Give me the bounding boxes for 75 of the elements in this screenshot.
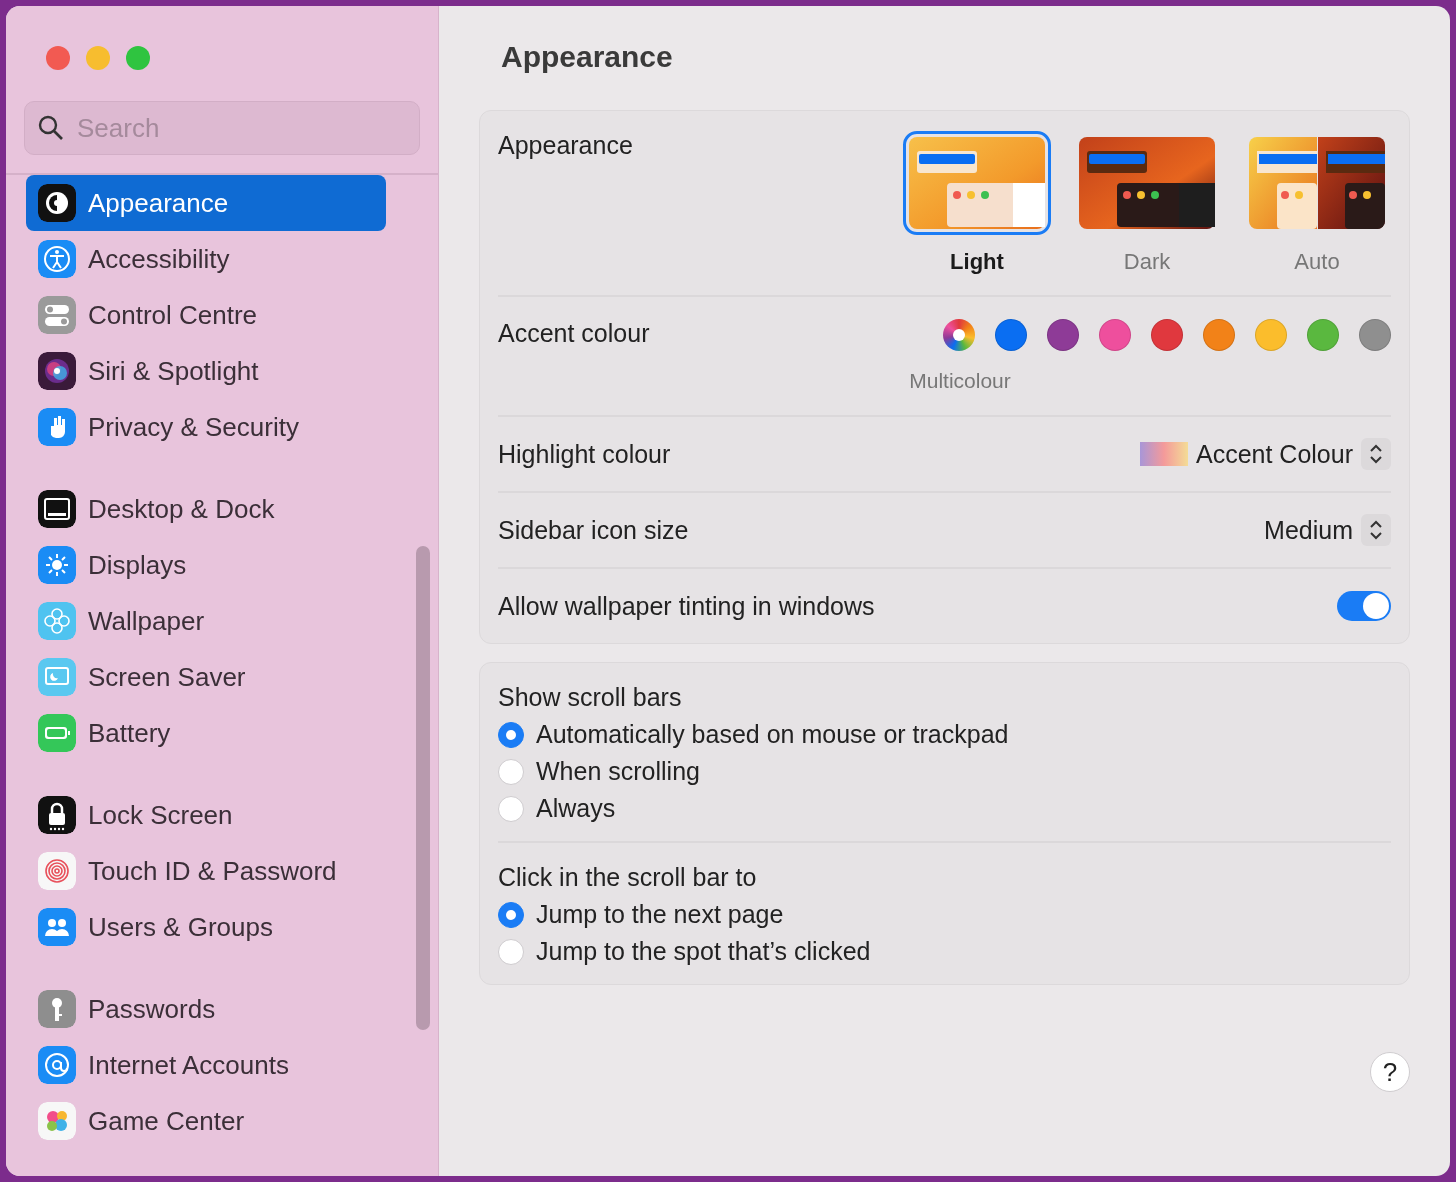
theme-label: Dark [1123,249,1171,275]
theme-label: Auto [1294,249,1340,275]
sun-icon [38,546,76,584]
toggle-switch[interactable] [1337,591,1391,621]
section-label: Click in the scroll bar to [498,863,758,892]
hand-icon [38,408,76,446]
setting-label: Allow wallpaper tinting in windows [498,591,875,621]
colour-swatch[interactable] [1203,319,1235,351]
page-title: Appearance [501,39,674,75]
close-button[interactable] [46,46,70,70]
lock-icon [38,796,76,834]
search-icon [38,115,64,141]
at-sign-icon [38,1046,76,1084]
sidebar-item[interactable]: Control Centre [26,287,386,343]
moon-screen-icon [38,658,76,696]
sidebar-item[interactable]: Internet Accounts [26,1037,386,1093]
radio-option[interactable]: Jump to the next page [498,900,1391,929]
orb-icon [38,352,76,390]
radio-button[interactable] [498,938,524,965]
colour-swatch[interactable] [1255,319,1287,351]
setting-label: Highlight colour [498,439,671,469]
colour-swatch[interactable] [995,319,1027,351]
colour-swatch[interactable] [1099,319,1131,351]
people-icon [38,908,76,946]
accessibility-icon [38,240,76,278]
sidebar-item[interactable]: Screen Saver [26,649,386,705]
setting-label: Accent colour [498,319,650,348]
radio-option[interactable]: When scrolling [498,757,1391,786]
swatch-caption: Multicolour [908,369,1012,393]
scrollbar[interactable] [416,546,430,1030]
sidebar-item[interactable]: Lock Screen [26,787,386,843]
stepper-icon [1361,438,1391,470]
window-icon [38,490,76,528]
gradient-swatch [1139,442,1188,466]
sidebar-item[interactable]: Users & Groups [26,899,386,955]
highlight-popup[interactable]: Accent Colour [1139,438,1391,470]
theme-label: Light [950,249,1004,275]
help-button[interactable]: ? [1370,1052,1410,1092]
sidebar-item[interactable]: Wallpaper [26,593,386,649]
radio-option[interactable]: Jump to the spot that’s clicked [498,937,1391,966]
bubbles-icon [38,1102,76,1140]
radio-button[interactable] [498,758,524,785]
flower-icon [38,602,76,640]
sidebar-item[interactable]: Passwords [26,981,386,1037]
colour-swatch[interactable] [1307,319,1339,351]
radio-option[interactable]: Always [498,794,1391,823]
radio-button[interactable] [498,721,524,748]
setting-label: Appearance [498,131,633,160]
section-label: Show scroll bars [498,683,683,712]
sidebar-item[interactable]: Desktop & Dock [26,481,386,537]
radio-option[interactable]: Automatically based on mouse or trackpad [498,720,1391,749]
colour-swatch[interactable] [1151,319,1183,351]
theme-thumbnail[interactable] [903,131,1051,235]
fingerprint-icon [38,852,76,890]
multicolour-swatch[interactable] [943,319,975,351]
colour-swatch[interactable] [1359,319,1391,351]
sidebar-item[interactable]: Siri & Spotlight [26,343,386,399]
icon-size-popup[interactable]: Medium [1264,514,1391,546]
sidebar-item[interactable]: Touch ID & Password [26,843,386,899]
contrast-icon [38,184,76,222]
sidebar-item[interactable]: Game Center [26,1093,386,1149]
search-field[interactable]: Search [24,101,420,155]
sidebar-item[interactable]: Appearance [26,175,386,231]
colour-swatch[interactable] [1047,319,1079,351]
sidebar-item[interactable]: Displays [26,537,386,593]
stepper-icon [1361,514,1391,546]
battery-icon [38,714,76,752]
radio-button[interactable] [498,901,524,928]
radio-button[interactable] [498,795,524,822]
sidebar-item[interactable]: Accessibility [26,231,386,287]
key-icon [38,990,76,1028]
setting-label: Sidebar icon size [498,515,689,545]
sidebar-item[interactable]: Privacy & Security [26,399,386,455]
sidebar-item[interactable]: Battery [26,705,386,761]
toggles-icon [38,296,76,334]
